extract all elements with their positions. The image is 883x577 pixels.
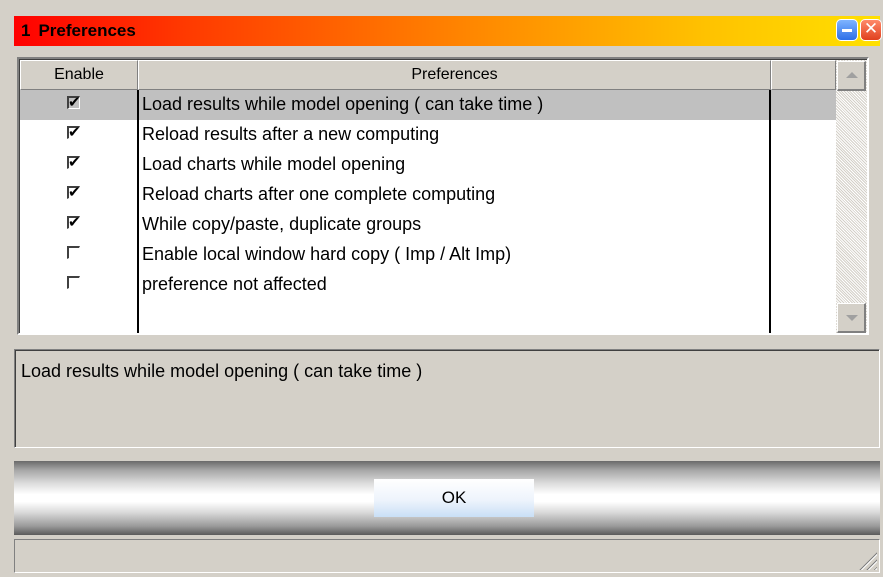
ok-button[interactable]: OK	[374, 479, 534, 517]
checkmark-icon: ✔	[68, 123, 81, 141]
enable-checkbox[interactable]: ✔	[67, 183, 81, 201]
column-header-extra[interactable]	[771, 60, 836, 90]
preference-label: While copy/paste, duplicate groups	[142, 214, 422, 234]
description-panel: Load results while model opening ( can t…	[14, 349, 880, 448]
window-number: 1	[21, 21, 31, 40]
checkmark-icon: ✔	[68, 183, 81, 201]
scroll-down-button[interactable]	[837, 303, 866, 333]
enable-checkbox[interactable]	[67, 246, 80, 259]
checkmark-icon: ✔	[68, 153, 81, 171]
preference-label: Load results while model opening ( can t…	[142, 94, 544, 114]
column-divider	[769, 90, 771, 333]
close-button[interactable]: ✕	[860, 19, 882, 41]
table-row[interactable]: ✔ While copy/paste, duplicate groups	[20, 210, 836, 240]
preference-label: Reload results after a new computing	[142, 124, 440, 144]
preferences-grid[interactable]: Enable Preferences ✔ Load results while m…	[17, 57, 869, 335]
window-title: 1 Preferences	[21, 21, 136, 41]
column-header-preferences[interactable]: Preferences	[138, 60, 771, 90]
vertical-scrollbar[interactable]	[836, 60, 867, 333]
scroll-up-button[interactable]	[837, 61, 866, 91]
checkmark-icon: ✔	[68, 213, 81, 231]
enable-checkbox[interactable]: ✔	[67, 153, 81, 171]
table-row[interactable]: ✔ Reload results after a new computing	[20, 120, 836, 150]
resize-grip-icon[interactable]	[859, 552, 877, 570]
preference-label: Reload charts after one complete computi…	[142, 184, 496, 204]
window-title-text: Preferences	[38, 21, 136, 40]
preference-label: Enable local window hard copy ( Imp / Al…	[142, 244, 512, 264]
status-bar	[14, 539, 880, 573]
description-text: Load results while model opening ( can t…	[21, 361, 423, 381]
preferences-dialog: 1 Preferences ✕ Enable Preferences ✔ Load …	[0, 0, 883, 577]
preference-label: preference not affected	[142, 274, 327, 294]
enable-checkbox[interactable]	[67, 276, 80, 289]
arrow-up-icon	[846, 72, 858, 78]
checkmark-icon: ✔	[68, 93, 81, 111]
enable-checkbox[interactable]: ✔	[67, 213, 81, 231]
arrow-down-icon	[846, 315, 858, 321]
minimize-button[interactable]	[836, 19, 858, 41]
column-divider	[137, 90, 139, 333]
table-row[interactable]: ✔ Load charts while model opening	[20, 150, 836, 180]
enable-checkbox[interactable]: ✔	[67, 93, 81, 111]
enable-checkbox[interactable]: ✔	[67, 123, 81, 141]
button-bar: OK	[14, 461, 880, 535]
table-row[interactable]: Enable local window hard copy ( Imp / Al…	[20, 240, 836, 270]
table-row[interactable]: ✔ Load results while model opening ( can …	[20, 90, 836, 120]
title-bar[interactable]: 1 Preferences ✕	[14, 16, 882, 46]
close-icon: ✕	[863, 19, 879, 39]
table-row[interactable]: preference not affected	[20, 270, 836, 300]
table-row[interactable]: ✔ Reload charts after one complete comput…	[20, 180, 836, 210]
preference-label: Load charts while model opening	[142, 154, 406, 174]
column-header-enable[interactable]: Enable	[20, 60, 138, 90]
